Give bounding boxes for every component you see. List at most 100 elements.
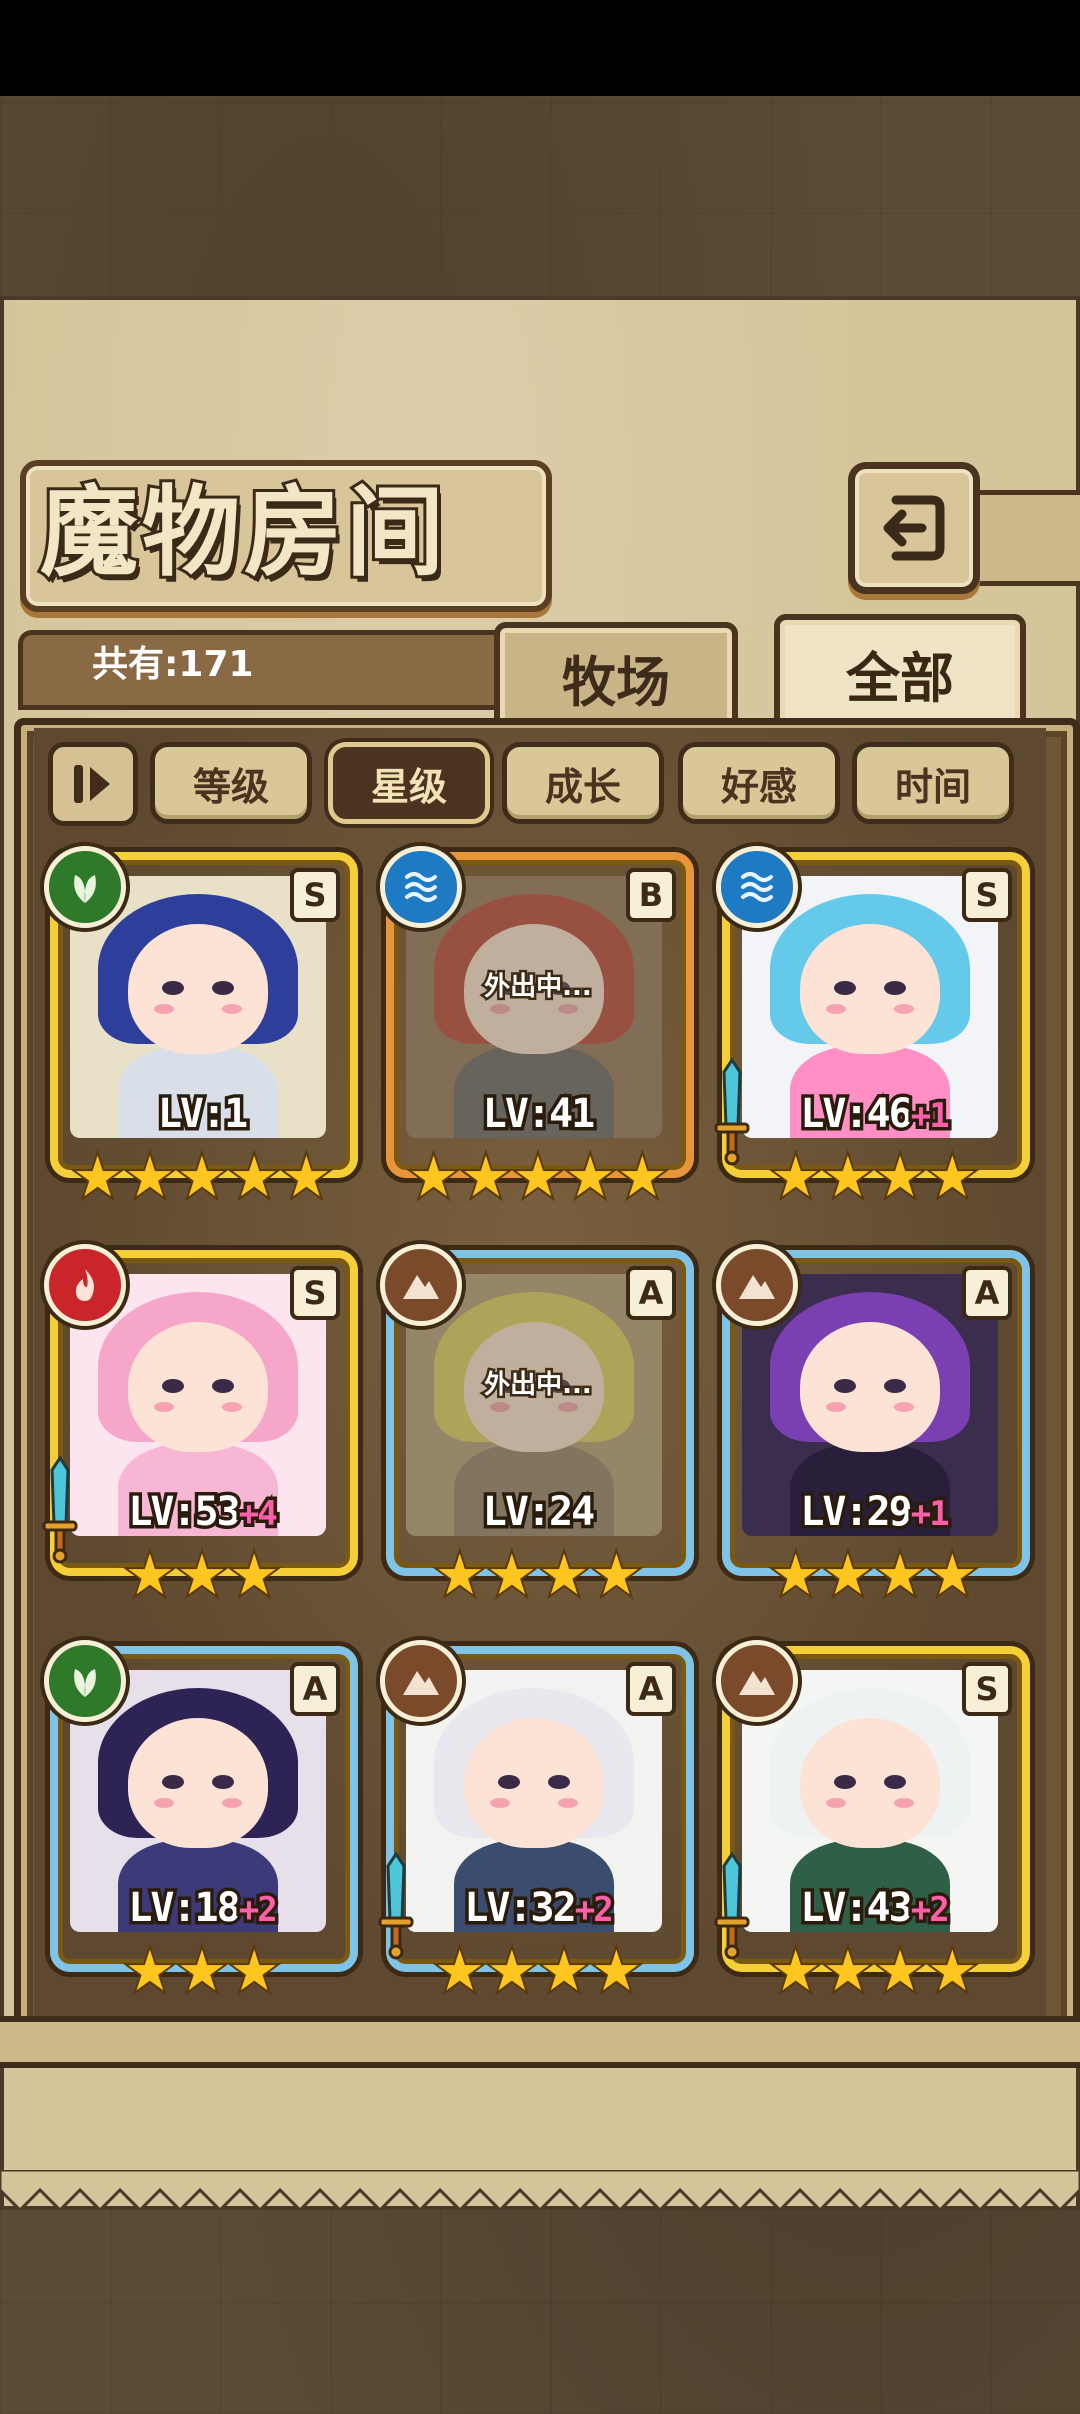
star-icon: ★ (589, 1543, 643, 1608)
back-button[interactable] (848, 462, 980, 594)
star-icon: ★ (511, 1145, 565, 1210)
sort-affection-button[interactable]: 好感 (678, 742, 840, 824)
level-text: LV:32 (461, 1882, 580, 1935)
level-text: LV:43 (797, 1882, 916, 1935)
sort-growth-label: 成长 (544, 763, 621, 809)
tab-ranch[interactable]: 牧场 (494, 622, 738, 732)
monster-card[interactable]: S LV:46+1 ★ ★ ★ ★ (714, 846, 1032, 1216)
star-icon: ★ (925, 1939, 979, 2004)
star-rating: ★ ★ ★ (72, 1543, 332, 1608)
level-bonus: +2 (907, 1887, 953, 1934)
star-icon: ★ (925, 1145, 979, 1210)
fire-icon (44, 1244, 126, 1326)
monster-card[interactable]: 外出中... A LV:24 ★ ★ ★ ★ (380, 1244, 696, 1614)
rarity-badge: B (626, 868, 676, 922)
star-icon: ★ (123, 1145, 177, 1210)
monster-count: 共有:171 (92, 644, 254, 685)
monster-card[interactable]: 外出中... B LV:41 ★ ★ ★ ★ ★ (380, 846, 696, 1216)
sort-level-label: 等级 (192, 763, 269, 809)
water-icon (716, 846, 798, 928)
monster-level: LV:24 (380, 1486, 696, 1539)
star-icon: ★ (175, 1939, 229, 2004)
star-icon: ★ (615, 1145, 669, 1210)
star-rating: ★ ★ ★ ★ ★ (70, 1145, 333, 1210)
level-text: LV:29 (797, 1486, 916, 1539)
earth-icon (716, 1244, 798, 1326)
earth-icon (380, 1640, 462, 1722)
panel-bottom-rail (0, 2016, 1080, 2068)
level-text: LV:46 (797, 1088, 916, 1141)
monster-level: LV:29+1 (716, 1486, 1032, 1539)
level-bonus: +2 (235, 1887, 281, 1934)
tab-all[interactable]: 全部 (774, 614, 1026, 732)
star-icon: ★ (123, 1543, 177, 1608)
star-icon: ★ (925, 1543, 979, 1608)
star-icon: ★ (123, 1939, 177, 2004)
star-icon: ★ (175, 1145, 229, 1210)
star-icon: ★ (769, 1543, 823, 1608)
star-icon: ★ (563, 1145, 617, 1210)
monster-level: LV:41 (380, 1088, 696, 1141)
star-icon: ★ (433, 1543, 487, 1608)
star-icon: ★ (70, 1145, 124, 1210)
page-title: 魔物房间 (37, 472, 449, 593)
monster-level: LV:46+1 (716, 1088, 1032, 1141)
rarity-badge: S (290, 1266, 340, 1320)
monster-card[interactable]: S LV:43+2 ★ ★ ★ ★ (714, 1640, 1032, 2010)
status-bar (0, 0, 1080, 96)
sort-level-button[interactable]: 等级 (150, 742, 312, 824)
sort-time-button[interactable]: 时间 (852, 742, 1014, 824)
monster-card[interactable]: A LV:18+2 ★ ★ ★ (44, 1640, 360, 2010)
star-icon: ★ (406, 1145, 460, 1210)
sort-direction-toggle[interactable] (48, 742, 138, 826)
monster-card[interactable]: S LV:53+4 ★ ★ ★ (42, 1244, 360, 1614)
star-icon: ★ (279, 1145, 333, 1210)
level-bonus: +1 (907, 1491, 953, 1538)
level-text: LV:53 (125, 1486, 244, 1539)
star-icon: ★ (433, 1939, 487, 2004)
star-rating: ★ ★ ★ ★ (744, 1939, 1004, 2004)
level-bonus: +1 (907, 1093, 953, 1140)
earth-icon (716, 1640, 798, 1722)
tab-all-label: 全部 (846, 645, 954, 710)
star-icon: ★ (821, 1939, 875, 2004)
nature-icon (44, 1640, 126, 1722)
level-text: LV:24 (479, 1486, 598, 1539)
rarity-badge: S (962, 1662, 1012, 1716)
level-text: LV:41 (479, 1088, 598, 1141)
star-icon: ★ (537, 1543, 591, 1608)
star-rating: ★ ★ ★ ★ (744, 1543, 1004, 1608)
monster-level: LV:32+2 (380, 1882, 696, 1935)
star-icon: ★ (873, 1543, 927, 1608)
star-icon: ★ (459, 1145, 513, 1210)
monster-card[interactable]: A LV:29+1 ★ ★ ★ ★ (716, 1244, 1032, 1614)
away-status: 外出中... (482, 1368, 595, 1403)
star-icon: ★ (227, 1939, 281, 2004)
star-icon: ★ (821, 1543, 875, 1608)
star-rating: ★ ★ ★ ★ ★ (406, 1145, 669, 1210)
nature-icon (44, 846, 126, 928)
level-bonus: +4 (235, 1491, 281, 1538)
monster-card[interactable]: A LV:32+2 ★ ★ ★ ★ (378, 1640, 696, 2010)
rarity-badge: S (290, 868, 340, 922)
monster-level: LV:53+4 (44, 1486, 360, 1539)
monster-level: LV:43+2 (716, 1882, 1032, 1935)
monster-level: LV:1 (44, 1088, 360, 1141)
star-icon: ★ (175, 1543, 229, 1608)
star-icon: ★ (821, 1145, 875, 1210)
star-icon: ★ (537, 1939, 591, 2004)
sort-star-button[interactable]: 星级 (328, 742, 490, 824)
star-icon: ★ (589, 1939, 643, 2004)
star-icon: ★ (873, 1939, 927, 2004)
star-icon: ★ (769, 1939, 823, 2004)
return-icon (883, 495, 945, 561)
star-icon: ★ (485, 1543, 539, 1608)
star-rating: ★ ★ ★ ★ (408, 1939, 668, 2004)
star-icon: ★ (769, 1145, 823, 1210)
earth-icon (380, 1244, 462, 1326)
monster-card[interactable]: S LV:1 ★ ★ ★ ★ ★ (44, 846, 360, 1216)
star-icon: ★ (485, 1939, 539, 2004)
sort-direction-icon (74, 765, 110, 803)
sort-growth-button[interactable]: 成长 (502, 742, 664, 824)
star-rating: ★ ★ ★ ★ (744, 1145, 1004, 1210)
